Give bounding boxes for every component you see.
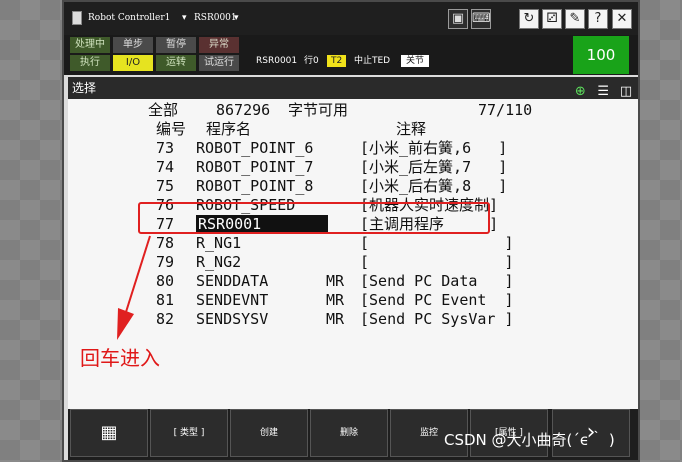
led-io: I/O <box>113 55 153 71</box>
grid-menu-icon[interactable]: ▦ <box>70 409 148 457</box>
led-tcyc: 试运行 <box>199 55 239 71</box>
led-busy: 处理中 <box>70 37 110 53</box>
status-coord: 关节 <box>401 55 430 67</box>
selection-highlight-box <box>138 202 490 234</box>
controller-name[interactable]: Robot Controller1 <box>88 13 170 23</box>
column-number: 编号 <box>156 120 187 138</box>
edit-icon[interactable]: ✎ <box>565 9 585 29</box>
speed-override[interactable]: 100 <box>573 36 629 74</box>
status-bar: 处理中 单步 暂停 异常 执行 I/O 运转 试运行 RSR0001 行0 T2… <box>64 35 638 75</box>
table-row[interactable]: 79 R_NG2 [ ] <box>68 253 638 272</box>
title-bar: Robot Controller1 ▾ RSR0001 ▾ ▣ ⌨ ↻ ⚂ ✎ … <box>64 2 638 35</box>
zoom-icon[interactable]: ⊕ <box>572 84 588 100</box>
bytes-label: 字节可用 <box>288 101 349 119</box>
led-fault: 异常 <box>199 37 239 53</box>
led-step: 单步 <box>113 37 153 53</box>
program-dropdown-icon[interactable]: ▾ <box>234 13 239 23</box>
fkey-create[interactable]: 创建 <box>230 409 308 457</box>
keyboard-icon[interactable]: ⌨ <box>471 9 491 29</box>
list-menu-icon[interactable]: ☰ <box>595 84 611 100</box>
menu-icon[interactable] <box>72 11 82 25</box>
refresh-icon[interactable]: ↻ <box>519 9 539 29</box>
led-run: 执行 <box>70 55 110 71</box>
controller-dropdown-icon[interactable]: ▾ <box>182 13 187 23</box>
status-mode: T2 <box>327 55 347 67</box>
table-row[interactable]: 78 R_NG1 [ ] <box>68 234 638 253</box>
column-name: 程序名 <box>206 120 252 138</box>
table-row[interactable]: 73 ROBOT_POINT_6 [小米_前右簧,6 ] <box>68 139 638 158</box>
program-name[interactable]: RSR0001 <box>194 13 237 23</box>
list-position: 77/110 <box>478 101 533 119</box>
bytes-free: 867296 <box>216 101 271 119</box>
summary-label: 全部 <box>148 101 179 119</box>
close-icon[interactable]: ✕ <box>612 9 632 29</box>
status-stop: 中止TED <box>354 56 391 66</box>
table-row[interactable]: 81 SENDEVNT MR [Send PC Event ] <box>68 291 638 310</box>
status-line: 行0 <box>304 56 319 66</box>
table-row[interactable]: 75 ROBOT_POINT_8 [小米_后右簧,8 ] <box>68 177 638 196</box>
help-icon[interactable]: ? <box>588 9 608 29</box>
screen-title: 选择 <box>72 81 97 95</box>
annotation-text: 回车进入 <box>80 346 160 370</box>
status-program: RSR0001 <box>256 56 298 66</box>
fkey-delete[interactable]: 删除 <box>310 409 388 457</box>
led-hold: 暂停 <box>156 37 196 53</box>
table-row[interactable]: 80 SENDDATA MR [Send PC Data ] <box>68 272 638 291</box>
fkey-type[interactable]: [ 类型 ] <box>150 409 228 457</box>
table-row[interactable]: 82 SENDSYSV MR [Send PC SysVar ] <box>68 310 638 329</box>
robot-icon[interactable]: ⚂ <box>542 9 562 29</box>
table-row[interactable]: 74 ROBOT_POINT_7 [小米_后左簧,7 ] <box>68 158 638 177</box>
split-window-icon[interactable]: ◫ <box>618 84 634 100</box>
watermark: CSDN @大小曲奇(´ϵ｀ ) <box>444 431 615 449</box>
column-comment: 注释 <box>396 120 427 138</box>
trash-icon[interactable]: ▣ <box>448 9 468 29</box>
screen-header: 选择 ⊕ ☰ ◫ <box>68 77 638 99</box>
led-prod: 运转 <box>156 55 196 71</box>
